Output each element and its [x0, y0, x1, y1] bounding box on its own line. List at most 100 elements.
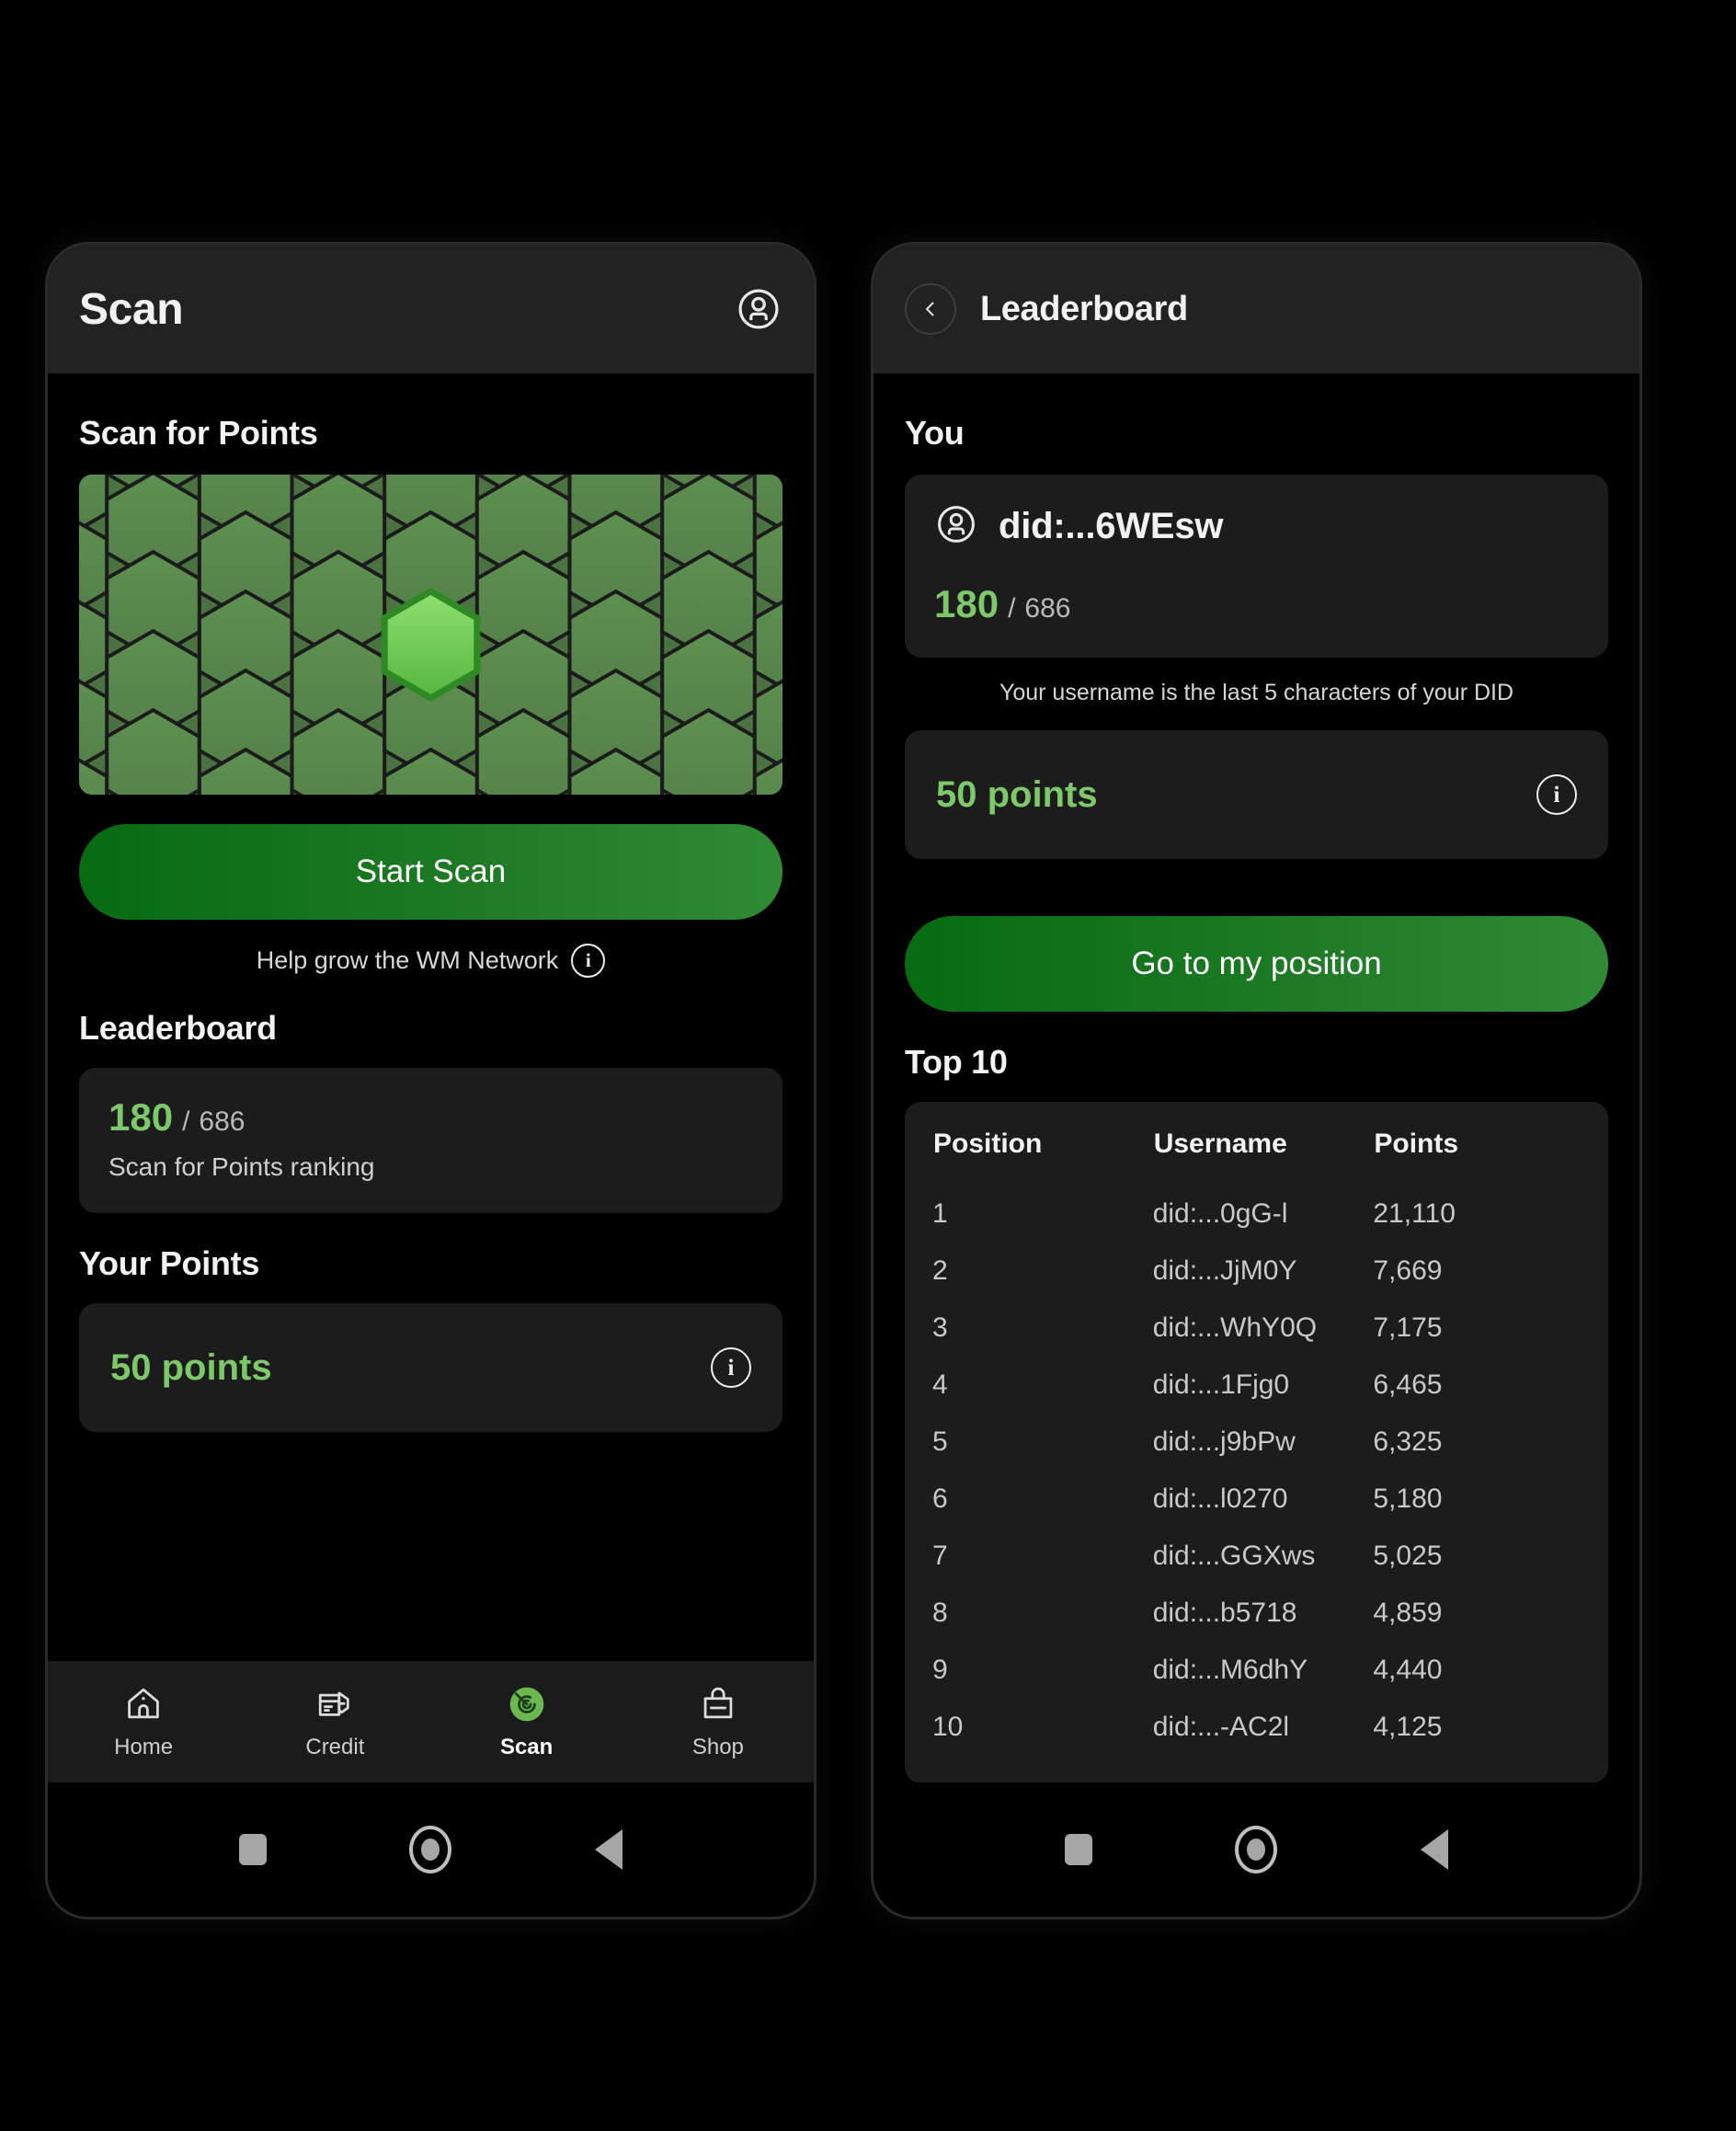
you-card[interactable]: did:...6WEsw 180 / 686: [905, 475, 1608, 658]
rank-line: 180 / 686: [108, 1095, 753, 1140]
table-row[interactable]: 4 did:...1Fjg0 6,465: [932, 1357, 1581, 1414]
cell-position: 2: [932, 1255, 948, 1286]
username-hint: Your username is the last 5 characters o…: [999, 680, 1514, 705]
you-rank-total: 686: [1024, 593, 1071, 624]
nav-label-home: Home: [114, 1734, 174, 1759]
table-row[interactable]: 6 did:...l0270 5,180: [932, 1471, 1581, 1528]
rank-value: 180: [108, 1095, 174, 1139]
cell-username: did:...l0270: [1152, 1484, 1288, 1514]
help-grow-hint: Help grow the WM Network i: [79, 944, 782, 978]
start-scan-button[interactable]: Start Scan: [79, 824, 782, 920]
leaderboard-screen: Leaderboard You did:...6WEsw 180 / 686 Y…: [874, 245, 1639, 1917]
cell-points: 21,110: [1373, 1198, 1456, 1229]
table-row[interactable]: 7 did:...GGXws 5,025: [932, 1528, 1581, 1585]
cell-position: 4: [932, 1369, 948, 1400]
scan-screen: Scan Scan for Points Start Scan Help gro…: [48, 245, 814, 1917]
chevron-left-circle-icon[interactable]: [905, 283, 956, 335]
cell-points: 5,025: [1373, 1541, 1443, 1571]
nav-label-scan: Scan: [499, 1734, 554, 1759]
cell-username: did:...j9bPw: [1152, 1426, 1296, 1457]
table-row[interactable]: 1 did:...0gG-l 21,110: [932, 1186, 1581, 1243]
table-row[interactable]: 3 did:...WhY0Q 7,175: [932, 1300, 1581, 1357]
phone-device-right: Leaderboard You did:...6WEsw 180 / 686 Y…: [874, 245, 1639, 1917]
leaderboard-table: Position Username Points 1 did:...0gG-l …: [932, 1128, 1581, 1756]
leaderboard-heading: Leaderboard: [79, 1009, 277, 1047]
points-value: 50 points: [936, 773, 1098, 815]
cell-position: 5: [932, 1426, 948, 1457]
account-circle-icon[interactable]: [735, 285, 782, 333]
cell-points: 6,465: [1373, 1369, 1443, 1400]
cell-points: 7,175: [1373, 1312, 1443, 1343]
hex-highlighted: [381, 587, 481, 703]
info-icon[interactable]: i: [571, 944, 606, 978]
scan-content: Scan for Points Start Scan Help grow the…: [48, 373, 814, 1661]
cell-username: did:...1Fjg0: [1152, 1369, 1290, 1400]
cell-position: 6: [932, 1484, 948, 1514]
cell-position: 3: [932, 1312, 948, 1343]
triangle-back-icon[interactable]: [595, 1829, 623, 1870]
account-circle-icon: [934, 502, 978, 551]
phone-device-left: Scan Scan for Points Start Scan Help gro…: [48, 245, 814, 1917]
points-value: 50 points: [110, 1346, 272, 1388]
cell-username: did:...GGXws: [1152, 1541, 1316, 1571]
top10-table-card: Position Username Points 1 did:...0gG-l …: [905, 1102, 1608, 1782]
cell-username: did:...M6dhY: [1152, 1655, 1308, 1685]
table-row[interactable]: 10 did:...-AC2l 4,125: [932, 1699, 1581, 1756]
cell-position: 7: [932, 1541, 948, 1571]
leaderboard-rank-card[interactable]: 180 / 686 Scan for Points ranking: [79, 1068, 782, 1213]
column-header-position: Position: [933, 1129, 1043, 1159]
table-row[interactable]: 8 did:...b5718 4,859: [932, 1585, 1581, 1642]
honeycomb-hex-grid[interactable]: [79, 475, 782, 795]
rank-total: 686: [199, 1106, 246, 1137]
top10-heading: Top 10: [905, 1043, 1008, 1081]
android-system-bar: [48, 1782, 814, 1917]
screenshot-stage: Scan Scan for Points Start Scan Help gro…: [0, 0, 1736, 2131]
cell-username: did:...b5718: [1152, 1598, 1297, 1628]
nav-item-scan[interactable]: Scan: [431, 1684, 622, 1760]
cell-points: 4,125: [1373, 1712, 1443, 1742]
circle-icon[interactable]: [1235, 1826, 1278, 1873]
cell-position: 8: [932, 1598, 948, 1628]
triangle-back-icon[interactable]: [1421, 1829, 1449, 1870]
table-row[interactable]: 5 did:...j9bPw 6,325: [932, 1414, 1581, 1471]
rank-subtitle: Scan for Points ranking: [108, 1152, 375, 1181]
table-row[interactable]: 2 did:...JjM0Y 7,669: [932, 1243, 1581, 1300]
table-row[interactable]: 9 did:...M6dhY 4,440: [932, 1642, 1581, 1699]
you-heading: You: [905, 414, 965, 452]
cell-points: 7,669: [1373, 1255, 1443, 1286]
nav-label-shop: Shop: [691, 1734, 744, 1759]
square-icon[interactable]: [238, 1834, 267, 1865]
cell-position: 9: [932, 1655, 948, 1685]
leaderboard-appbar: Leaderboard: [874, 245, 1639, 373]
nav-item-shop[interactable]: Shop: [622, 1684, 814, 1760]
you-rank-separator: /: [1008, 593, 1016, 624]
page-title: Scan: [79, 284, 184, 334]
scan-appbar: Scan: [48, 245, 814, 373]
cell-username: did:...JjM0Y: [1152, 1255, 1297, 1286]
table-body: 1 did:...0gG-l 21,110 2 did:...JjM0Y 7,6…: [932, 1186, 1581, 1756]
square-icon[interactable]: [1064, 1834, 1092, 1865]
info-icon[interactable]: i: [711, 1347, 751, 1388]
you-rank-value: 180: [934, 582, 999, 625]
go-to-my-position-button[interactable]: Go to my position: [905, 916, 1608, 1012]
cell-points: 4,859: [1373, 1598, 1443, 1628]
your-points-card[interactable]: 50 points i: [905, 730, 1608, 859]
android-system-bar: [874, 1782, 1639, 1917]
nav-label-credit: Credit: [305, 1734, 365, 1759]
nav-item-home[interactable]: Home: [48, 1684, 239, 1760]
bottom-navigation: Home Credit Scan Shop: [48, 1661, 814, 1782]
column-header-username: Username: [1153, 1129, 1287, 1159]
your-points-card[interactable]: 50 points i: [79, 1303, 782, 1432]
cell-position: 10: [932, 1712, 964, 1742]
nav-item-credit[interactable]: Credit: [239, 1684, 430, 1760]
you-card-header: did:...6WEsw: [934, 502, 1579, 551]
help-grow-hint-label: Help grow the WM Network: [256, 946, 559, 974]
scan-for-points-heading: Scan for Points: [79, 414, 318, 452]
circle-icon[interactable]: [409, 1826, 452, 1873]
you-rank-line: 180 / 686: [934, 582, 1579, 626]
table-header-row: Position Username Points: [932, 1128, 1581, 1186]
info-icon[interactable]: i: [1536, 774, 1577, 815]
leaderboard-content: You did:...6WEsw 180 / 686 Your username…: [874, 373, 1639, 1782]
cell-points: 4,440: [1373, 1655, 1443, 1685]
cell-username: did:...-AC2l: [1152, 1712, 1290, 1742]
